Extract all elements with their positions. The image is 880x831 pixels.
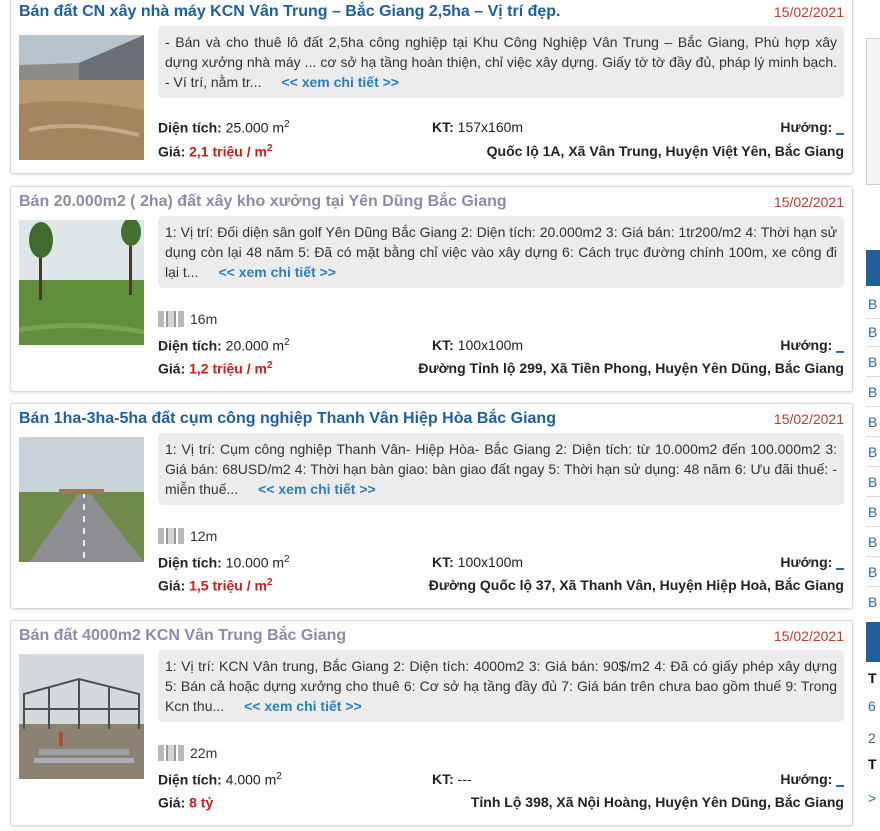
- street-width: 16m: [158, 311, 217, 327]
- dimensions-info: KT: 100x100m: [432, 337, 524, 353]
- listing-thumbnail[interactable]: [19, 654, 144, 779]
- street-width: 22m: [158, 745, 217, 761]
- sidebar-divider: [866, 466, 880, 467]
- listing-address: Tỉnh Lộ 398, Xã Nội Hoàng, Huyện Yên Dũn…: [470, 794, 844, 810]
- sidebar-item[interactable]: >: [868, 790, 880, 806]
- price-info: Giá: 1,2 triệu / m2: [158, 360, 273, 377]
- sidebar-divider: [866, 318, 880, 319]
- steel-frame-photo-icon: [19, 654, 144, 779]
- listing-thumbnail[interactable]: [19, 220, 144, 345]
- area-info: Diện tích: 20.000 m2: [158, 337, 290, 354]
- listing-date: 15/02/2021: [773, 4, 844, 20]
- sidebar-link[interactable]: B: [868, 504, 880, 520]
- sidebar-divider: [866, 436, 880, 437]
- direction-link[interactable]: _: [836, 554, 844, 570]
- sidebar-link[interactable]: B: [868, 594, 880, 610]
- listing-description: 1: Vị trí: Cụm công nghiệp Thanh Vân- Hi…: [158, 433, 844, 505]
- listing-info-row: Diện tích: 25.000 m2 KT: 157x160m Hướng:…: [158, 119, 844, 139]
- listing-card: Bán đất 4000m2 KCN Vân Trung Bắc Giang 1…: [10, 620, 853, 826]
- sidebar-link[interactable]: B: [868, 564, 880, 580]
- sidebar-link[interactable]: B: [868, 474, 880, 490]
- sidebar-divider: [866, 586, 880, 587]
- sidebar-link[interactable]: B: [868, 414, 880, 430]
- street-width-value: 22m: [190, 745, 218, 761]
- sidebar-link[interactable]: B: [868, 324, 880, 340]
- direction-info: Hướng: _: [780, 554, 844, 570]
- factory-site-photo-icon: [19, 35, 144, 160]
- right-sidebar: B B B B B B B B B B B T 6 2 T >: [866, 0, 880, 831]
- street-width: 12m: [158, 528, 217, 544]
- listing-thumbnail[interactable]: [19, 437, 144, 562]
- sidebar-divider: [866, 496, 880, 497]
- grass-field-photo-icon: [19, 220, 144, 345]
- price-info: Giá: 8 tỷ: [158, 794, 214, 811]
- street-width-value: 16m: [190, 311, 218, 327]
- listing-info-row: Diện tích: 4.000 m2 KT: --- Hướng: _: [158, 771, 844, 791]
- direction-link[interactable]: _: [836, 119, 844, 135]
- listing-description: 1: Vị trí: KCN Vân trung, Bắc Giang 2: D…: [158, 650, 844, 722]
- listing-price-row: Giá: 8 tỷ Tỉnh Lộ 398, Xã Nội Hoàng, Huy…: [158, 794, 844, 814]
- listing-address: Quốc lộ 1A, Xã Vân Trung, Huyện Việt Yên…: [486, 143, 844, 159]
- listing-description: 1: Vị trí: Đối diện sân golf Yên Dũng Bắ…: [158, 216, 844, 288]
- listing-address: Đường Tỉnh lộ 299, Xã Tiền Phong, Huyện …: [418, 360, 844, 376]
- listing-description: - Bán và cho thuê lô đất 2,5ha công nghi…: [158, 26, 844, 98]
- listing-thumbnail[interactable]: [19, 35, 144, 160]
- sidebar-divider: [866, 526, 880, 527]
- listing-price-row: Giá: 2,1 triệu / m2 Quốc lộ 1A, Xã Vân T…: [158, 143, 844, 163]
- sidebar-link[interactable]: B: [868, 384, 880, 400]
- listing-card: Bán 20.000m2 ( 2ha) đất xây kho xưởng tạ…: [10, 186, 853, 392]
- sidebar-header-block: [866, 622, 880, 662]
- road-photo-icon: [19, 437, 144, 562]
- listing-title[interactable]: Bán 1ha-3ha-5ha đất cụm công nghiệp Than…: [19, 410, 556, 428]
- road-icon: [158, 311, 184, 327]
- listing-card: Bán đất CN xây nhà máy KCN Vân Trung – B…: [10, 0, 853, 174]
- sidebar-link[interactable]: B: [868, 296, 880, 312]
- direction-info: Hướng: _: [780, 337, 844, 353]
- sidebar-divider: [866, 556, 880, 557]
- sidebar-header-block: [866, 250, 880, 286]
- sidebar-item[interactable]: 6: [868, 698, 880, 714]
- area-info: Diện tích: 4.000 m2: [158, 771, 282, 788]
- view-details-link[interactable]: << xem chi tiết >>: [244, 698, 362, 714]
- street-width-value: 12m: [190, 528, 218, 544]
- sidebar-item[interactable]: 2: [868, 730, 880, 746]
- sidebar-divider: [866, 406, 880, 407]
- area-info: Diện tích: 10.000 m2: [158, 554, 290, 571]
- sidebar-item[interactable]: T: [868, 670, 877, 686]
- listing-title[interactable]: Bán đất 4000m2 KCN Vân Trung Bắc Giang: [19, 627, 346, 645]
- listing-date: 15/02/2021: [773, 194, 844, 210]
- sidebar-link[interactable]: B: [868, 354, 880, 370]
- direction-info: Hướng: _: [780, 771, 844, 787]
- sidebar-item[interactable]: T: [868, 756, 877, 772]
- listing-title[interactable]: Bán 20.000m2 ( 2ha) đất xây kho xưởng tạ…: [19, 193, 507, 211]
- dimensions-info: KT: ---: [432, 771, 472, 787]
- listing-card: Bán 1ha-3ha-5ha đất cụm công nghiệp Than…: [10, 403, 853, 609]
- price-info: Giá: 1,5 triệu / m2: [158, 577, 273, 594]
- listing-price-row: Giá: 1,2 triệu / m2 Đường Tỉnh lộ 299, X…: [158, 360, 844, 380]
- view-details-link[interactable]: << xem chi tiết >>: [258, 481, 376, 497]
- direction-info: Hướng: _: [780, 119, 844, 135]
- view-details-link[interactable]: << xem chi tiết >>: [281, 74, 399, 90]
- road-icon: [158, 528, 184, 544]
- listing-price-row: Giá: 1,5 triệu / m2 Đường Quốc lộ 37, Xã…: [158, 577, 844, 597]
- listing-date: 15/02/2021: [773, 628, 844, 644]
- sidebar-divider: [866, 346, 880, 347]
- listing-info-row: Diện tích: 10.000 m2 KT: 100x100m Hướng:…: [158, 554, 844, 574]
- road-icon: [158, 745, 184, 761]
- view-details-link[interactable]: << xem chi tiết >>: [218, 264, 336, 280]
- sidebar-image-frame: [866, 38, 880, 185]
- listing-title[interactable]: Bán đất CN xây nhà máy KCN Vân Trung – B…: [19, 3, 560, 21]
- area-info: Diện tích: 25.000 m2: [158, 119, 290, 136]
- direction-link[interactable]: _: [836, 337, 844, 353]
- dimensions-info: KT: 157x160m: [432, 119, 524, 135]
- sidebar-link[interactable]: B: [868, 534, 880, 550]
- listing-date: 15/02/2021: [773, 411, 844, 427]
- price-info: Giá: 2,1 triệu / m2: [158, 143, 273, 160]
- listing-info-row: Diện tích: 20.000 m2 KT: 100x100m Hướng:…: [158, 337, 844, 357]
- listing-address: Đường Quốc lộ 37, Xã Thanh Vân, Huyện Hi…: [428, 577, 844, 593]
- sidebar-divider: [866, 376, 880, 377]
- sidebar-link[interactable]: B: [868, 444, 880, 460]
- direction-link[interactable]: _: [836, 771, 844, 787]
- dimensions-info: KT: 100x100m: [432, 554, 524, 570]
